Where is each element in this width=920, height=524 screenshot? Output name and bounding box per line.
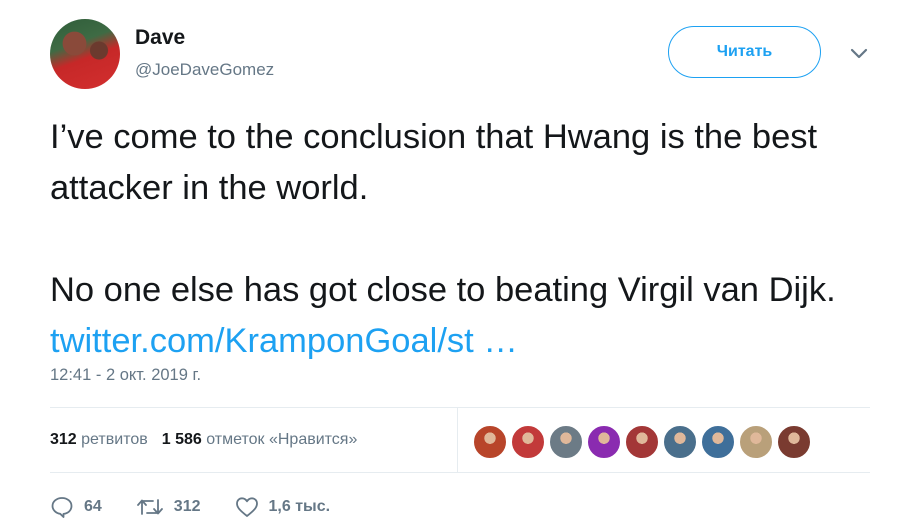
like-action[interactable]: 1,6 тыс.: [235, 496, 331, 518]
liker-avatar[interactable]: [510, 424, 546, 460]
liker-avatar[interactable]: [624, 424, 660, 460]
chevron-down-icon[interactable]: [848, 44, 870, 62]
heart-icon: [235, 497, 258, 517]
reply-action[interactable]: 64: [50, 496, 102, 518]
tweet-link[interactable]: twitter.com/KramponGoal/st …: [50, 322, 518, 360]
liker-avatar[interactable]: [700, 424, 736, 460]
tweet-timestamp[interactable]: 12:41 - 2 окт. 2019 г.: [50, 366, 201, 385]
liker-avatar[interactable]: [776, 424, 812, 460]
likes-stat[interactable]: 1 586 отметок «Нравится»: [162, 431, 358, 449]
likers-avatars: [472, 424, 812, 460]
liker-avatar[interactable]: [586, 424, 622, 460]
user-name[interactable]: Dave: [135, 26, 185, 50]
stats-divider: [457, 408, 458, 472]
liker-avatar[interactable]: [548, 424, 584, 460]
reply-count: 64: [84, 498, 102, 515]
tweet-actions: 64 312 1,6 тыс.: [50, 496, 364, 518]
liker-avatar[interactable]: [472, 424, 508, 460]
likes-count: 1 586: [161, 431, 202, 448]
retweets-label: ретвитов: [81, 431, 148, 448]
retweets-stat[interactable]: 312 ретвитов: [50, 431, 148, 449]
retweet-icon: [136, 499, 163, 515]
follow-button[interactable]: Читать: [668, 26, 821, 78]
tweet-body: I’ve come to the conclusion that Hwang i…: [50, 118, 836, 309]
tweet-stats: 312 ретвитов 1 586 отметок «Нравится»: [50, 431, 357, 449]
divider: [50, 472, 870, 473]
retweets-count: 312: [50, 431, 77, 448]
avatar[interactable]: [50, 19, 120, 89]
retweet-count: 312: [173, 498, 201, 515]
liker-avatar[interactable]: [662, 424, 698, 460]
retweet-action[interactable]: 312: [136, 497, 201, 517]
reply-icon: [51, 497, 73, 518]
user-handle[interactable]: @JoeDaveGomez: [135, 60, 274, 80]
liker-avatar[interactable]: [738, 424, 774, 460]
like-count: 1,6 тыс.: [268, 498, 331, 515]
divider: [50, 407, 870, 408]
likes-label: отметок «Нравится»: [206, 431, 358, 448]
tweet-text: I’ve come to the conclusion that Hwang i…: [50, 112, 890, 367]
